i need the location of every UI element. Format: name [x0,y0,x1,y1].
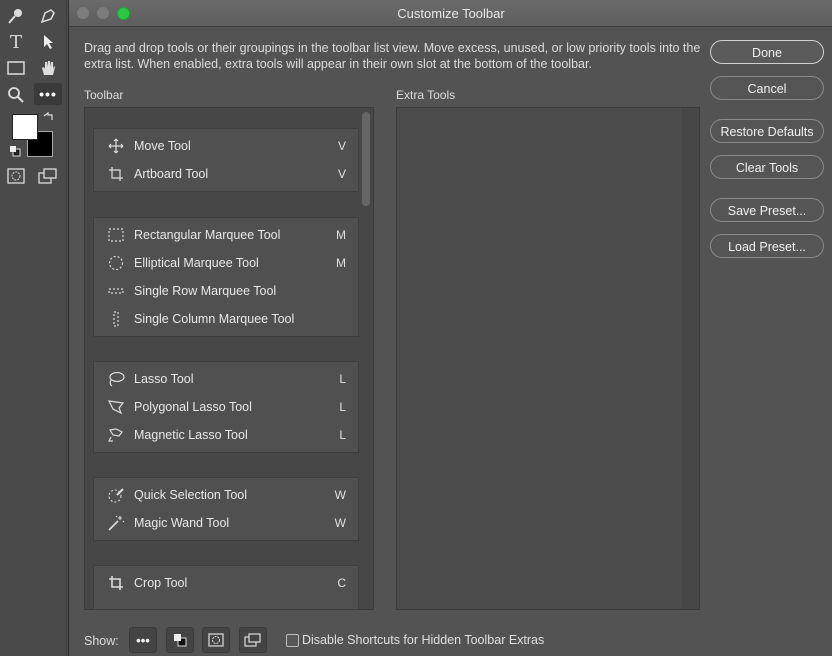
dialog-title: Customize Toolbar [397,6,505,21]
column-marquee-icon [106,309,126,329]
tool-row-magic-wand[interactable]: Magic Wand Tool W [94,509,358,537]
dialog-titlebar: Customize Toolbar [69,0,832,27]
tool-group-move[interactable]: Move Tool V Artboard Tool V [93,128,359,192]
rectangle-tool-icon[interactable] [4,56,28,80]
type-tool-icon[interactable]: T [4,30,28,54]
tool-name: Rectangular Marquee Tool [134,228,281,242]
edit-toolbar-icon[interactable]: ••• [34,83,62,105]
show-colors-icon[interactable] [166,627,194,653]
tool-row-single-column-marquee[interactable]: Single Column Marquee Tool [94,305,358,333]
restore-defaults-button[interactable]: Restore Defaults [710,119,824,143]
row-marquee-icon [106,281,126,301]
tool-row-elliptical-marquee[interactable]: Elliptical Marquee Tool M [94,249,358,277]
quick-selection-icon [106,485,126,505]
load-preset-button[interactable]: Load Preset... [710,234,824,258]
tool-group-crop[interactable]: Crop Tool C [93,565,359,609]
tool-row-quick-selection[interactable]: Quick Selection Tool W [94,481,358,509]
toolbar-list[interactable]: Move Tool V Artboard Tool V Rectangular … [84,107,374,610]
screen: T ••• Customize Toolbar Drag and drop to… [0,0,832,656]
path-selection-tool-icon[interactable] [36,30,60,54]
tool-shortcut: W [334,516,346,530]
scrollbar-thumb[interactable] [362,112,370,206]
tool-shortcut: V [337,139,346,153]
rect-marquee-icon [106,225,126,245]
extra-tools-scrollbar[interactable] [682,108,699,609]
dialog-description: Drag and drop tools or their groupings i… [84,41,701,71]
extra-tools-list[interactable] [396,107,700,610]
disable-shortcuts-label[interactable]: Disable Shortcuts for Hidden Toolbar Ext… [302,633,544,647]
photoshop-toolbar: T ••• [0,0,67,656]
magic-wand-icon [106,513,126,533]
show-quick-mask-icon[interactable] [202,627,230,653]
tool-shortcut: L [339,372,346,386]
tool-name: Single Column Marquee Tool [134,312,295,326]
tool-row-single-row-marquee[interactable]: Single Row Marquee Tool [94,277,358,305]
tool-name: Elliptical Marquee Tool [134,256,259,270]
artboard-icon [106,164,126,184]
tool-shortcut: V [337,167,346,181]
tool-name: Quick Selection Tool [134,488,248,502]
tool-group-marquee[interactable]: Rectangular Marquee Tool M Elliptical Ma… [93,217,359,337]
move-icon [106,136,126,156]
tool-shortcut: M [336,228,346,242]
tool-name: Single Row Marquee Tool [134,284,277,298]
tool-group-selection[interactable]: Quick Selection Tool W Magic Wand Tool W [93,477,359,541]
screen-mode-icon[interactable] [36,164,60,188]
show-options-bar: Show: ••• Disable Shortcuts for Hidden T… [84,626,824,654]
tool-row-magnetic-lasso[interactable]: Magnetic Lasso Tool L [94,421,358,449]
crop-icon [106,573,126,593]
polygonal-lasso-icon [106,397,126,417]
ellipse-marquee-icon [106,253,126,273]
show-label: Show: [84,634,119,648]
quick-mask-icon[interactable] [4,164,28,188]
tool-name: Crop Tool [134,576,188,590]
extra-tools-label: Extra Tools [396,88,456,102]
tool-name: Artboard Tool [134,167,209,181]
disable-shortcuts-checkbox[interactable] [286,634,299,647]
tool-name: Magic Wand Tool [134,516,230,530]
show-screen-mode-icon[interactable] [239,627,267,653]
tool-row-crop[interactable]: Crop Tool C [94,569,358,597]
clear-tools-button[interactable]: Clear Tools [710,155,824,179]
tool-row-artboard[interactable]: Artboard Tool V [94,160,358,188]
tool-shortcut: C [337,576,346,590]
toolbar-list-scrollbar[interactable] [359,108,373,609]
tool-shortcut: M [336,256,346,270]
tool-row-move[interactable]: Move Tool V [94,132,358,160]
customize-toolbar-dialog: Customize Toolbar Drag and drop tools or… [68,0,832,656]
show-extra-tools-icon[interactable]: ••• [129,627,157,653]
tool-row-rectangular-marquee[interactable]: Rectangular Marquee Tool M [94,221,358,249]
swap-colors-icon[interactable] [40,110,56,126]
done-button[interactable]: Done [710,40,824,64]
tool-name: Polygonal Lasso Tool [134,400,252,414]
tool-shortcut: L [339,428,346,442]
tool-shortcut: L [339,400,346,414]
cancel-button[interactable]: Cancel [710,76,824,100]
tool-row-lasso[interactable]: Lasso Tool L [94,365,358,393]
hand-tool-icon[interactable] [36,56,60,80]
tool-name: Lasso Tool [134,372,194,386]
lasso-icon [106,369,126,389]
quick-selection-tool-icon[interactable] [4,4,28,28]
tool-group-lasso[interactable]: Lasso Tool L Polygonal Lasso Tool L Magn… [93,361,359,453]
foreground-color-swatch[interactable] [12,114,38,140]
tool-name: Move Tool [134,139,191,153]
tool-shortcut: W [334,488,346,502]
tool-row-polygonal-lasso[interactable]: Polygonal Lasso Tool L [94,393,358,421]
magnetic-lasso-icon [106,425,126,445]
zoom-tool-icon[interactable] [4,83,28,107]
toolbar-list-label: Toolbar [84,88,124,102]
pen-tool-icon[interactable] [36,4,60,28]
save-preset-button[interactable]: Save Preset... [710,198,824,222]
tool-name: Magnetic Lasso Tool [134,428,248,442]
default-colors-icon[interactable] [8,144,22,158]
